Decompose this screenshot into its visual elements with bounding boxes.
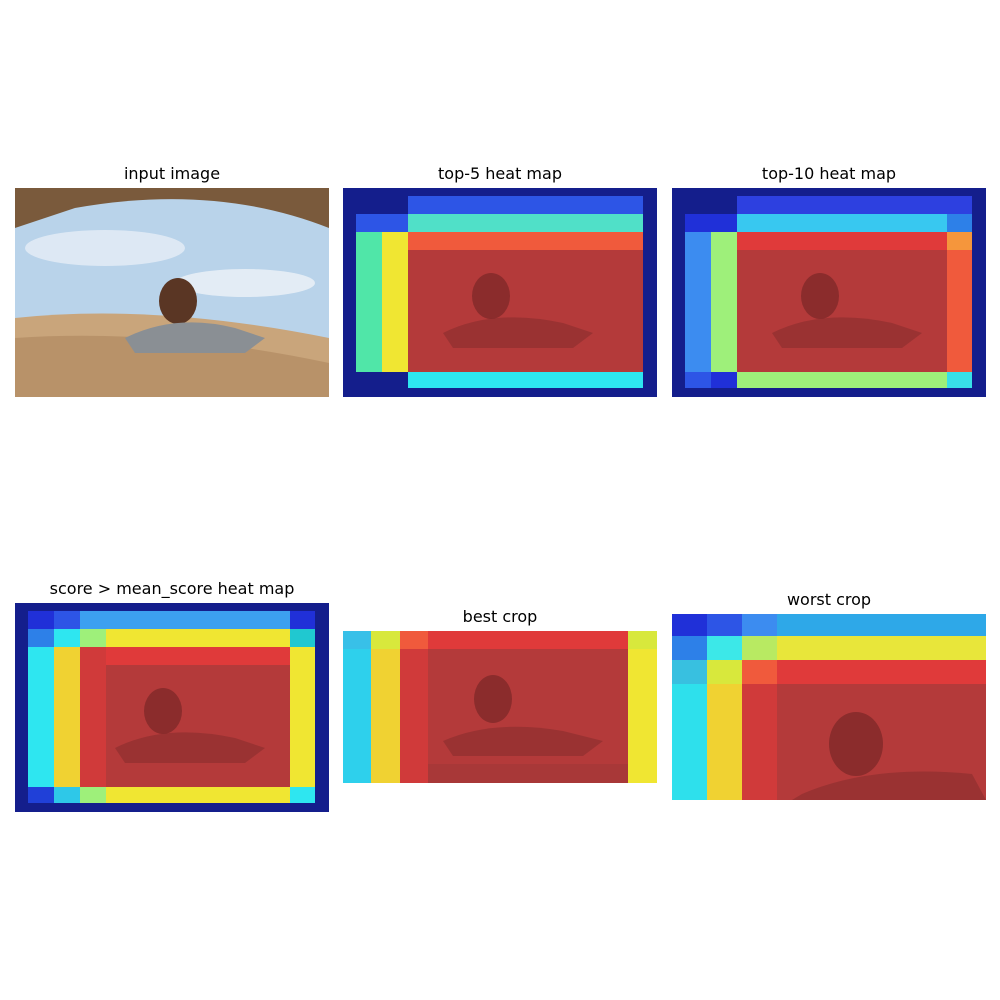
heat-cell [28, 629, 54, 647]
heat-cell [707, 684, 742, 800]
panel-title-top5: top-5 heat map [438, 164, 562, 183]
heat-cell [628, 631, 657, 649]
heat-cell [711, 372, 737, 388]
heat-cell [80, 787, 106, 803]
heatmap-top10 [672, 188, 986, 397]
heat-cell [408, 214, 643, 232]
person-head [472, 273, 510, 319]
heat-cell [742, 660, 777, 684]
heat-cell [400, 631, 428, 783]
heat-cell [28, 647, 54, 787]
heat-cell [672, 660, 707, 684]
heat-cell [711, 232, 737, 372]
heat-cell [685, 372, 711, 388]
heat-cell [54, 647, 80, 787]
panel-title-worst-crop: worst crop [786, 590, 872, 609]
heat-cell [80, 629, 106, 647]
heat-cell [343, 631, 371, 783]
heat-cell [737, 196, 972, 214]
heat-cell [106, 647, 290, 665]
person-head [474, 675, 512, 723]
top10-heat-map [672, 188, 986, 397]
heat-cell [54, 611, 80, 629]
person-head [159, 278, 197, 324]
heat-cell [106, 665, 290, 787]
heat-cell [428, 764, 628, 783]
mean-score-heat-map [15, 603, 329, 812]
person-head [144, 688, 182, 734]
top5-heat-map [343, 188, 657, 397]
input-image [15, 188, 329, 397]
heat-cell [777, 614, 986, 636]
person-head [801, 273, 839, 319]
heat-cell [356, 214, 408, 232]
heat-cell [54, 787, 80, 803]
heat-cell [685, 214, 737, 232]
heat-cell [408, 232, 643, 250]
heat-cell [707, 614, 742, 636]
heat-cell [106, 787, 290, 803]
heat-cell [28, 787, 54, 803]
heat-cell [400, 631, 428, 649]
heat-cell [947, 232, 972, 250]
heat-cell [290, 647, 315, 787]
heat-cell [80, 611, 290, 629]
heat-cell [80, 647, 106, 787]
heat-cell [628, 631, 657, 783]
heatmap-mean-score [15, 603, 329, 812]
heat-cell [737, 214, 947, 232]
heat-cell [371, 631, 400, 783]
heat-cell [685, 232, 711, 372]
heat-cell [947, 372, 972, 388]
panel-title-input-image: input image [123, 164, 221, 183]
heatmap-top5 [343, 188, 657, 397]
panel-title-best-crop: best crop [462, 607, 538, 626]
heat-cell [106, 629, 290, 647]
heat-cell [947, 250, 972, 372]
cloud [175, 269, 315, 297]
heat-cell [290, 611, 315, 629]
heat-cell [672, 614, 707, 636]
heat-cell [777, 660, 986, 684]
heat-cell [777, 636, 986, 660]
heat-cell [742, 614, 777, 636]
heat-cell [672, 636, 707, 660]
heat-cell [371, 631, 400, 649]
person-head [829, 712, 883, 776]
heat-cell [947, 214, 972, 232]
heat-cell [707, 636, 742, 660]
heat-cell [28, 611, 54, 629]
heat-cell [742, 684, 777, 800]
heat-cell [737, 372, 947, 388]
heat-cell [382, 232, 408, 372]
heat-cell [408, 250, 643, 372]
heat-cell [356, 232, 382, 372]
worst-crop-image [672, 614, 986, 800]
heat-cell [54, 629, 80, 647]
best-crop [343, 631, 657, 783]
cloud [25, 230, 185, 266]
heat-cell [408, 196, 643, 214]
heat-cell [428, 631, 628, 649]
heat-cell [737, 250, 947, 372]
heat-cell [343, 631, 371, 649]
best-crop-image [343, 631, 657, 783]
heat-cell [672, 684, 707, 800]
panel-title-top10: top-10 heat map [761, 164, 897, 183]
panel-title-mean-score: score > mean_score heat map [49, 579, 295, 598]
heat-cell [290, 629, 315, 647]
heat-cell [408, 372, 643, 388]
heat-cell [707, 660, 742, 684]
heat-cell [737, 232, 947, 250]
input-photo [15, 188, 329, 397]
heat-cell [742, 636, 777, 660]
heat-cell [290, 787, 315, 803]
worst-crop [672, 614, 986, 800]
